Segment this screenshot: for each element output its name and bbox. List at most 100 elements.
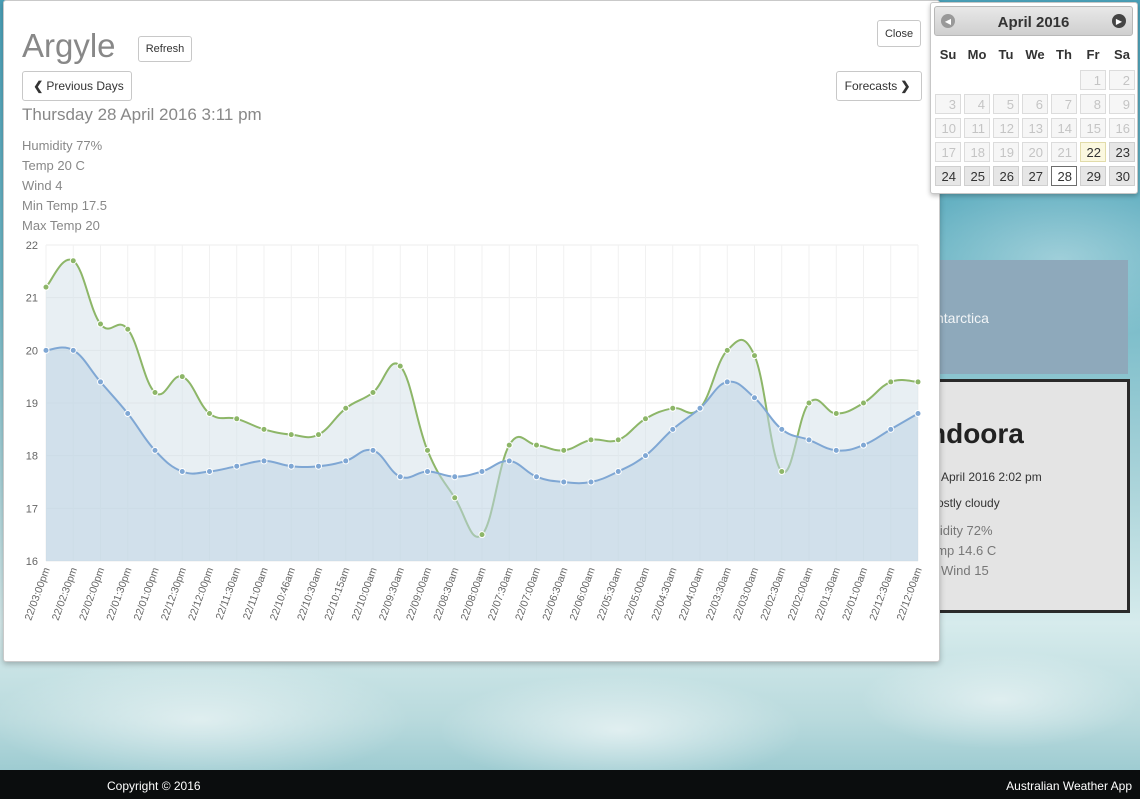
data-point xyxy=(914,410,922,418)
data-point xyxy=(778,425,786,433)
card-wind: Wind 15 xyxy=(941,563,989,578)
x-tick-label: 22/05:30am xyxy=(595,566,625,622)
x-tick-label: 22/01:00am xyxy=(840,566,870,622)
data-point xyxy=(396,473,404,481)
y-tick-label: 21 xyxy=(26,293,38,305)
data-point xyxy=(587,478,595,486)
y-tick-label: 22 xyxy=(26,240,38,252)
data-point xyxy=(260,425,268,433)
calendar-day: 8 xyxy=(1080,94,1106,114)
x-tick-label: 22/09:30am xyxy=(377,566,407,622)
calendar-day: 14 xyxy=(1051,118,1077,138)
copyright-text: Copyright © 2016 xyxy=(107,779,201,793)
calendar-day: 1 xyxy=(1080,70,1106,90)
data-point xyxy=(832,410,840,418)
data-point xyxy=(69,346,77,354)
app-name: Australian Weather App xyxy=(1006,779,1132,793)
calendar-day[interactable]: 28 xyxy=(1051,166,1077,186)
calendar-day: 2 xyxy=(1109,70,1135,90)
data-point xyxy=(424,467,431,475)
data-point xyxy=(124,325,132,333)
calendar-day: 12 xyxy=(993,118,1019,138)
data-point xyxy=(723,378,731,386)
calendar-day[interactable]: 22 xyxy=(1080,142,1106,162)
data-point xyxy=(669,425,677,433)
data-point xyxy=(669,404,677,412)
x-tick-label: 22/12:00pm xyxy=(186,566,216,622)
calendar-day: 20 xyxy=(1022,142,1048,162)
data-point xyxy=(505,441,513,449)
y-tick-label: 16 xyxy=(26,556,38,568)
calendar-day: 11 xyxy=(964,118,990,138)
x-tick-label: 22/12:30pm xyxy=(159,566,189,622)
previous-days-button[interactable]: ❮ Previous Days xyxy=(22,71,132,101)
data-point xyxy=(642,452,649,460)
x-tick-label: 22/08:30am xyxy=(431,566,461,622)
calendar-day: 21 xyxy=(1051,142,1077,162)
data-point xyxy=(206,410,213,418)
data-point xyxy=(560,478,568,486)
data-point xyxy=(178,467,186,475)
x-tick-label: 22/05:00am xyxy=(622,566,652,622)
previous-days-label: Previous Days xyxy=(46,79,124,93)
refresh-button[interactable]: Refresh xyxy=(138,36,192,62)
data-point xyxy=(206,467,213,475)
calendar-day[interactable]: 27 xyxy=(1022,166,1048,186)
x-tick-label: 22/02:30pm xyxy=(50,566,80,622)
x-tick-label: 22/10:15am xyxy=(322,566,352,622)
stat-min-temp: Min Temp 17.5 xyxy=(22,198,108,213)
calendar-day: 9 xyxy=(1109,94,1135,114)
data-point xyxy=(478,467,486,475)
close-button[interactable]: Close xyxy=(877,20,921,47)
x-tick-label: 22/02:00pm xyxy=(77,566,107,622)
calendar-day[interactable]: 29 xyxy=(1080,166,1106,186)
calendar-day: 7 xyxy=(1051,94,1077,114)
calendar-day: 4 xyxy=(964,94,990,114)
data-point xyxy=(42,283,50,291)
calendar-day[interactable]: 26 xyxy=(993,166,1019,186)
temperature-line-chart: 1617181920212222/03:00pm22/02:30pm22/02:… xyxy=(23,240,925,622)
card-datetime: April 2016 2:02 pm xyxy=(941,470,1042,484)
data-point xyxy=(805,436,813,444)
x-tick-label: 22/10:46am xyxy=(268,566,298,622)
data-point xyxy=(69,257,77,265)
data-point xyxy=(805,399,813,407)
stat-humidity: Humidity 77% xyxy=(22,138,103,153)
observation-datetime: Thursday 28 April 2016 3:11 pm xyxy=(22,105,262,124)
calendar-day: 15 xyxy=(1080,118,1106,138)
card-title: ndoora xyxy=(929,418,1024,449)
x-tick-label: 22/01:00pm xyxy=(132,566,162,622)
next-month-icon[interactable]: ▶ xyxy=(1112,14,1126,28)
calendar-header: ◀ April 2016 ▶ xyxy=(934,6,1133,36)
stat-temp: Temp 20 C xyxy=(22,158,85,173)
forecasts-button[interactable]: Forecasts ❯ xyxy=(836,71,922,101)
x-tick-label: 22/12:30am xyxy=(867,566,897,622)
x-tick-label: 22/10:30am xyxy=(295,566,325,622)
calendar-day[interactable]: 30 xyxy=(1109,166,1135,186)
calendar-day: 19 xyxy=(993,142,1019,162)
data-point xyxy=(887,378,895,386)
station-title: Argyle xyxy=(22,27,116,64)
data-point xyxy=(369,388,377,396)
chevron-right-icon: ❯ xyxy=(900,79,911,93)
x-tick-label: 22/06:30am xyxy=(540,566,570,622)
location-card-antarctica[interactable]: ntarctica xyxy=(930,260,1128,374)
data-point xyxy=(778,467,786,475)
location-card-andoora[interactable]: ndoora April 2016 2:02 pm ostly cloudy m… xyxy=(926,379,1130,613)
data-point xyxy=(151,388,159,396)
calendar-day[interactable]: 23 xyxy=(1109,142,1135,162)
data-point xyxy=(124,410,132,418)
x-tick-label: 22/07:00am xyxy=(513,566,543,622)
calendar-day[interactable]: 24 xyxy=(935,166,961,186)
data-point xyxy=(723,346,731,354)
x-tick-label: 22/03:00am xyxy=(731,566,761,622)
data-point xyxy=(151,446,159,454)
data-point xyxy=(287,431,295,439)
calendar-month-title: April 2016 xyxy=(997,14,1070,31)
x-tick-label: 22/10:00am xyxy=(350,566,380,622)
data-point xyxy=(315,431,322,439)
data-point xyxy=(97,320,104,328)
data-point xyxy=(478,531,486,539)
forecasts-label: Forecasts xyxy=(844,79,898,93)
calendar-day[interactable]: 25 xyxy=(964,166,990,186)
